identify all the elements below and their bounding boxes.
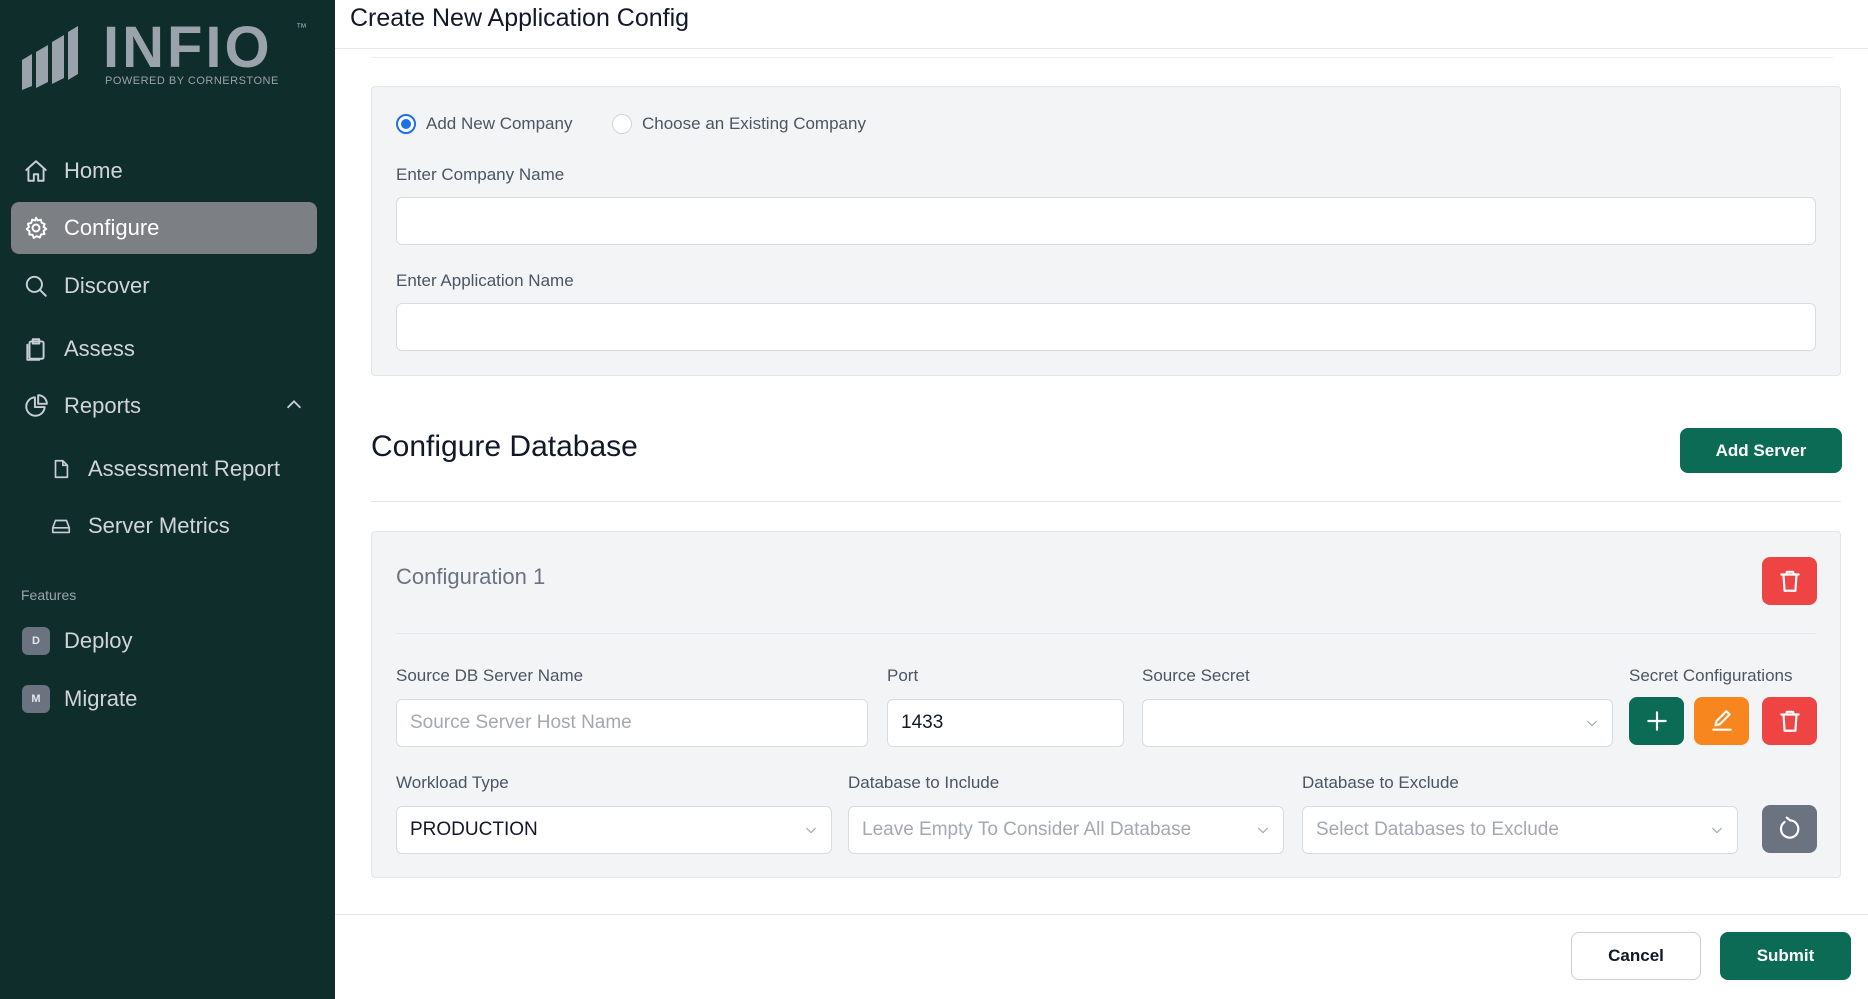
database-exclude-select[interactable]: Select Databases to Exclude [1302, 806, 1738, 854]
add-server-button[interactable]: Add Server [1680, 428, 1842, 473]
database-exclude-label: Database to Exclude [1302, 773, 1459, 792]
logo-wordmark: INFIO [103, 15, 273, 80]
nav-configure-label: Configure [64, 215, 160, 240]
chevron-down-icon [803, 822, 819, 838]
company-panel: Add New Company Choose an Existing Compa… [371, 86, 1841, 376]
application-name-label: Enter Application Name [396, 271, 574, 290]
database-include-placeholder: Leave Empty To Consider All Database [862, 819, 1192, 840]
configuration-title: Configuration 1 [396, 564, 546, 589]
cancel-button[interactable]: Cancel [1571, 932, 1701, 980]
nav-server-metrics-label: Server Metrics [88, 513, 230, 538]
top-bar: Create New Application Config [335, 0, 1868, 49]
pencil-icon [1711, 710, 1732, 731]
nav-configure[interactable]: Configure [11, 202, 317, 254]
nav-migrate-label: Migrate [64, 686, 138, 711]
source-secret-select[interactable] [1142, 699, 1613, 747]
trash-icon [1779, 710, 1800, 732]
company-name-label: Enter Company Name [396, 165, 565, 184]
migrate-badge-icon: M [22, 685, 50, 713]
home-icon [22, 157, 50, 185]
divider [396, 633, 1816, 634]
main-content: Create New Application Config Add New Co… [335, 0, 1868, 999]
nav-home[interactable]: Home [11, 145, 317, 197]
company-name-input[interactable] [396, 197, 1816, 245]
divider [371, 501, 1841, 502]
hard-drive-icon [48, 513, 74, 539]
gear-icon [22, 214, 50, 242]
features-section-label: Features [21, 587, 77, 603]
nav-discover-label: Discover [64, 273, 150, 298]
chevron-down-icon [1584, 715, 1600, 731]
chevron-down-icon [1709, 822, 1725, 838]
source-db-server-label: Source DB Server Name [396, 666, 584, 685]
application-name-input[interactable] [396, 303, 1816, 351]
refresh-databases-button[interactable] [1762, 805, 1817, 853]
configure-database-heading: Configure Database [371, 430, 638, 463]
radio-selected-indicator[interactable] [396, 114, 416, 134]
edit-secret-button[interactable] [1694, 697, 1749, 745]
nav-reports[interactable]: Reports [11, 380, 317, 432]
nav-deploy[interactable]: D Deploy [11, 615, 317, 667]
chevron-down-icon [1255, 822, 1271, 838]
add-secret-button[interactable] [1629, 697, 1684, 745]
pie-chart-icon [22, 392, 50, 420]
trash-icon [1779, 570, 1800, 592]
nav-assessment-report-label: Assessment Report [88, 456, 280, 481]
database-include-select[interactable]: Leave Empty To Consider All Database [848, 806, 1284, 854]
delete-configuration-button[interactable] [1762, 557, 1817, 605]
radio-choose-existing-company[interactable]: Choose an Existing Company [612, 114, 866, 134]
footer-divider [335, 914, 1868, 915]
source-db-server-input[interactable]: Source Server Host Name [396, 699, 868, 747]
page-title: Create New Application Config [350, 4, 690, 32]
refresh-icon [1779, 816, 1799, 839]
database-include-label: Database to Include [848, 773, 1000, 792]
nav-migrate[interactable]: M Migrate [11, 673, 317, 725]
submit-button[interactable]: Submit [1720, 932, 1851, 980]
radio-add-new-company[interactable]: Add New Company [396, 114, 572, 134]
clipboard-icon [22, 335, 50, 363]
chevron-up-icon[interactable] [283, 394, 305, 416]
sidebar: INFIO ™ POWERED BY CORNERSTONE Home Conf… [0, 0, 335, 999]
search-icon [22, 272, 50, 300]
workload-type-value: PRODUCTION [410, 819, 538, 840]
plus-icon [1646, 711, 1667, 731]
workload-type-select[interactable]: PRODUCTION [396, 806, 832, 854]
file-icon [48, 456, 74, 482]
nav-home-label: Home [64, 158, 123, 183]
nav-discover[interactable]: Discover [11, 260, 317, 312]
logo-tagline: POWERED BY CORNERSTONE [105, 75, 279, 87]
logo-trademark: ™ [296, 22, 307, 34]
database-exclude-placeholder: Select Databases to Exclude [1316, 819, 1559, 840]
nav-reports-label: Reports [64, 393, 142, 418]
workload-type-label: Workload Type [396, 773, 509, 792]
nav-server-metrics[interactable]: Server Metrics [48, 502, 318, 550]
secret-configurations-label: Secret Configurations [1629, 666, 1793, 685]
deploy-badge-icon: D [22, 627, 50, 655]
nav-deploy-label: Deploy [64, 628, 133, 653]
source-secret-label: Source Secret [1142, 666, 1250, 685]
configuration-panel: Configuration 1 Source DB Server Name So… [371, 531, 1841, 878]
nav-assess-label: Assess [64, 336, 135, 361]
nav-assessment-report[interactable]: Assessment Report [48, 445, 318, 493]
delete-secret-button[interactable] [1762, 697, 1817, 745]
radio-unselected-indicator[interactable] [612, 114, 632, 134]
divider [371, 57, 1833, 58]
radio-add-new-company-label: Add New Company [426, 114, 573, 133]
port-input[interactable]: 1433 [887, 699, 1124, 747]
nav-assess[interactable]: Assess [11, 323, 317, 375]
port-label: Port [887, 666, 919, 685]
radio-choose-existing-company-label: Choose an Existing Company [642, 114, 866, 133]
